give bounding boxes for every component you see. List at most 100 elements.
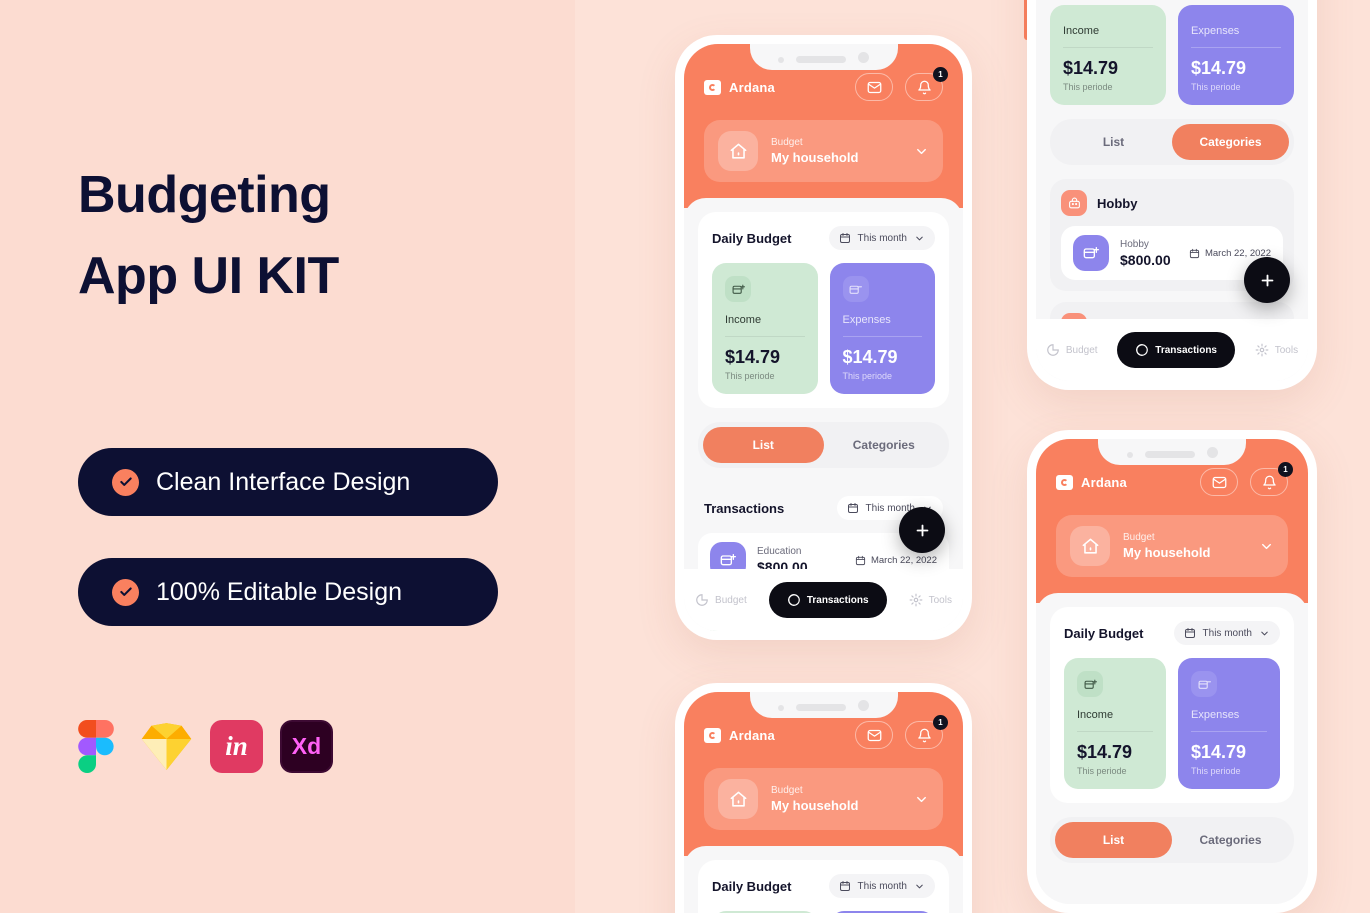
add-transaction-button[interactable] (1244, 257, 1290, 303)
figma-logo (70, 720, 123, 773)
expenses-icon (842, 276, 869, 302)
period-filter-daily-budget[interactable]: This month (1173, 621, 1280, 645)
budget-name: My household (771, 798, 859, 813)
budget-selector[interactable]: Budget My household (1056, 515, 1288, 577)
nav-item-transactions[interactable]: Transactions (1117, 332, 1235, 368)
brand: Ardana (704, 79, 775, 95)
phone-mockup-categories: Income $14.79 This periode Expenses $14.… (1027, 0, 1317, 390)
daily-budget-title: Daily Budget (712, 230, 792, 246)
invision-logo: in (210, 720, 263, 773)
feature-badge-label: Clean Interface Design (156, 467, 411, 496)
expenses-note: This periode (1191, 766, 1241, 776)
income-label: Income (1063, 25, 1100, 37)
income-note: This periode (1077, 766, 1127, 776)
tab-list[interactable]: List (1055, 124, 1172, 160)
daily-budget-title: Daily Budget (712, 878, 792, 894)
divider (725, 336, 805, 337)
brand-name: Ardana (729, 79, 775, 95)
home-icon (1070, 526, 1110, 566)
tab-categories[interactable]: Categories (1172, 124, 1289, 160)
brand: Ardana (1056, 474, 1127, 490)
tab-categories[interactable]: Categories (1172, 822, 1289, 858)
view-segmented-control: List Categories (1050, 119, 1294, 165)
income-stat-card: Income $14.79 This periode (1064, 658, 1166, 789)
camera-dot-icon (858, 700, 869, 711)
speaker-bar (796, 704, 846, 711)
divider (1191, 731, 1267, 732)
transaction-amount: $800.00 (1120, 251, 1171, 268)
nav-item-tools[interactable]: Tools (909, 593, 952, 607)
income-label: Income (1077, 709, 1114, 721)
transaction-date: March 22, 2022 (1189, 248, 1271, 259)
expenses-label: Expenses (1191, 25, 1240, 37)
brand-name: Ardana (729, 727, 775, 743)
brand-name: Ardana (1081, 474, 1127, 490)
budget-selector[interactable]: Budget My household (704, 120, 943, 182)
stat-cards-partial: Income $14.79 This periode Expenses $14.… (1050, 5, 1294, 105)
sensor-dot-icon (1126, 452, 1133, 458)
adobe-xd-logo: Xd (280, 720, 333, 773)
expenses-note: This periode (1191, 82, 1241, 92)
nav-item-budget[interactable]: Budget (695, 593, 747, 607)
transaction-category: Hobby (1120, 238, 1149, 250)
camera-dot-icon (1206, 447, 1218, 458)
budget-name: My household (771, 150, 859, 165)
income-label: Income (725, 314, 762, 326)
period-label: This month (857, 880, 907, 892)
transactions-title: Transactions (704, 500, 785, 516)
divider (1077, 731, 1153, 732)
home-icon (718, 131, 758, 171)
period-filter-daily-budget[interactable]: This month (828, 226, 935, 250)
phone-mockup-transactions-list: Ardana 1 Budget My household Daily Budge… (675, 35, 972, 640)
empty-state: There is no transaction This is where yo… (1050, 863, 1294, 904)
nav-item-transactions[interactable]: Transactions (768, 582, 887, 618)
content-sheet: Daily Budget This month Income $1 (684, 198, 963, 631)
nav-item-tools[interactable]: Tools (1255, 343, 1298, 357)
phone-notch (684, 692, 963, 726)
tab-list[interactable]: List (1055, 822, 1172, 858)
expenses-amount: $14.79 (1191, 58, 1247, 78)
expenses-label: Expenses (1191, 709, 1240, 721)
nav-label: Transactions (1155, 344, 1217, 356)
nav-item-budget[interactable]: Budget (1046, 343, 1098, 357)
wallet-icon (704, 79, 721, 95)
sensor-dot-icon (778, 57, 784, 63)
divider (1063, 47, 1153, 48)
income-icon (1077, 671, 1103, 697)
add-transaction-button[interactable] (899, 507, 945, 553)
chevron-down-icon (914, 792, 929, 807)
expenses-note: This periode (842, 371, 893, 381)
speaker-bar (796, 56, 846, 63)
nav-label: Tools (928, 594, 952, 606)
view-segmented-control: List Categories (1050, 817, 1294, 863)
expenses-amount: $14.79 (842, 347, 898, 367)
tab-categories[interactable]: Categories (824, 427, 945, 463)
income-amount: $14.79 (1077, 742, 1133, 762)
daily-budget-card: Daily Budget This month Income $1 (1050, 607, 1294, 803)
budget-selector[interactable]: Budget My household (704, 768, 943, 830)
promo-panel: Budgeting App UI KIT Clean Interface Des… (0, 0, 575, 913)
income-note: This periode (725, 371, 775, 381)
daily-budget-card: Daily Budget This month Income $1 (698, 212, 949, 408)
daily-budget-title: Daily Budget (1064, 625, 1144, 641)
nav-label: Budget (715, 594, 747, 606)
phone-notch (1036, 439, 1308, 473)
period-filter-daily-budget[interactable]: This month (828, 874, 935, 898)
nav-label: Budget (1065, 344, 1098, 356)
chevron-down-icon (1259, 539, 1274, 554)
title-line-2: App UI KIT (78, 246, 339, 305)
title-line-1: Budgeting (78, 166, 331, 224)
wallet-icon (704, 727, 721, 743)
income-stat-card: Income $14.79 This periode (712, 263, 818, 394)
income-amount: $14.79 (1063, 58, 1119, 78)
adobe-xd-logo-label: Xd (291, 733, 322, 759)
transaction-icon (1073, 235, 1109, 271)
divider (1191, 47, 1281, 48)
divider (842, 336, 922, 337)
nav-label: Transactions (806, 594, 869, 606)
chevron-down-icon (914, 144, 929, 159)
expenses-stat-card: Expenses $14.79 This periode (829, 263, 935, 394)
invision-logo-label: in (225, 731, 248, 761)
expenses-stat-card: Expenses $14.79 This periode (1178, 658, 1280, 789)
tab-list[interactable]: List (703, 427, 824, 463)
